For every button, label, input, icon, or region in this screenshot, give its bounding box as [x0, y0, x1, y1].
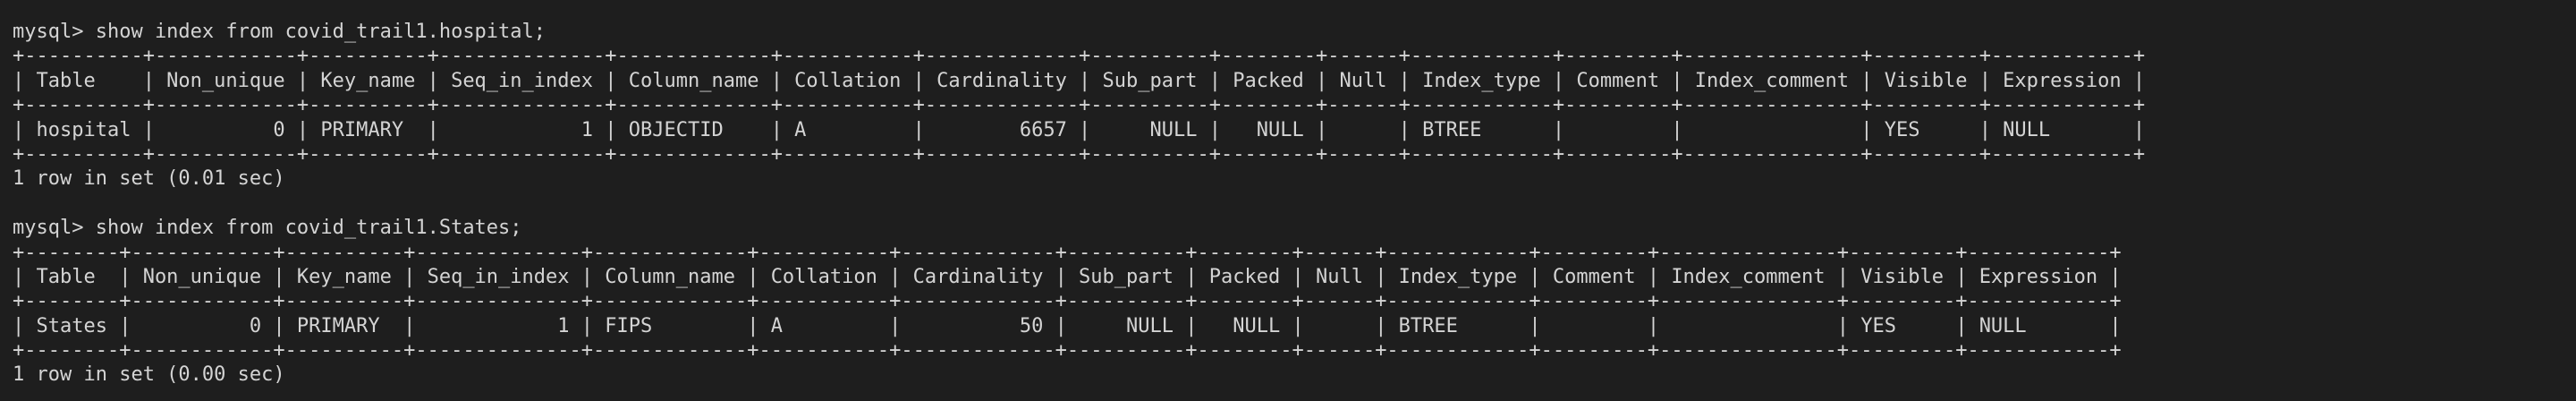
table-border-top: +--------+------------+----------+------… [13, 241, 2122, 264]
result-summary: 1 row in set (0.01 sec) [13, 167, 285, 191]
command-line-hospital: mysql> show index from covid_trail1.hosp… [13, 21, 547, 43]
terminal-output[interactable]: mysql> show index from covid_trail1.hosp… [0, 0, 2576, 401]
table-border-bottom: +--------+------------+----------+------… [13, 339, 2122, 363]
table-header-row: | Table | Non_unique | Key_name | Seq_in… [13, 265, 2122, 288]
command-line-states: mysql> show index from covid_trail1.Stat… [13, 217, 522, 240]
table-header-row: | Table | Non_unique | Key_name | Seq_in… [13, 69, 2146, 92]
table-border-top: +----------+------------+----------+----… [13, 45, 2146, 68]
table-border-mid: +----------+------------+----------+----… [13, 94, 2146, 117]
result-summary: 1 row in set (0.00 sec) [13, 363, 285, 387]
table-row: | States | 0 | PRIMARY | 1 | FIPS | A | … [13, 314, 2122, 337]
table-border-bottom: +----------+------------+----------+----… [13, 142, 2146, 166]
table-border-mid: +--------+------------+----------+------… [13, 290, 2122, 313]
table-row: | hospital | 0 | PRIMARY | 1 | OBJECTID … [13, 118, 2146, 141]
